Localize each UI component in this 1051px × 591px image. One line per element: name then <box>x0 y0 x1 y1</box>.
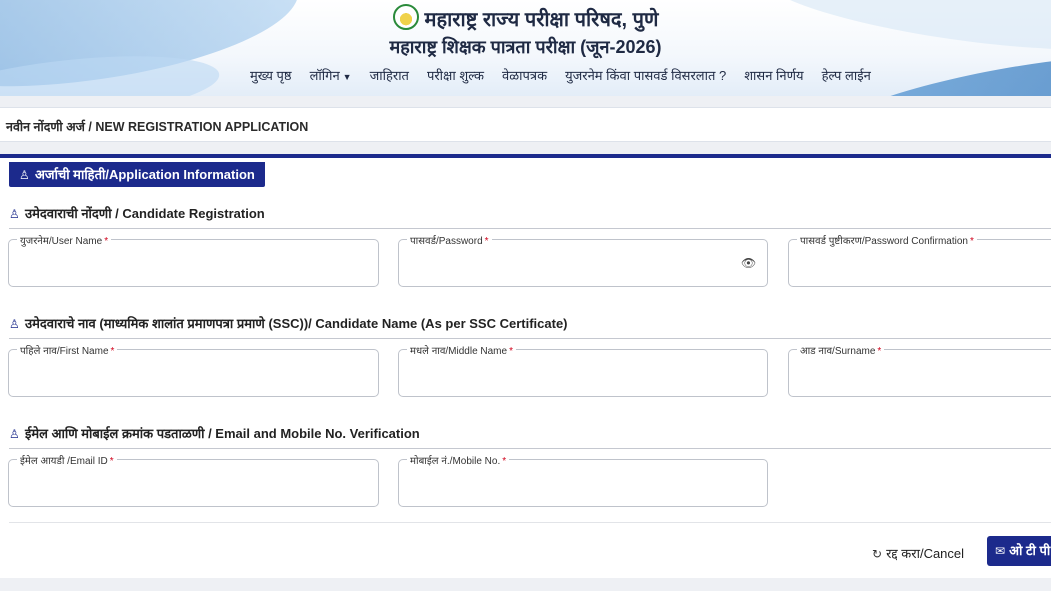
section-title: उमेदवाराचे नाव (माध्यमिक शालांत प्रमाणपत… <box>25 316 568 331</box>
nav-advertisement[interactable]: जाहिरात <box>370 66 409 84</box>
password-field: पासवर्ड/Password * 👁 <box>398 233 768 287</box>
chevron-down-icon: ▼ <box>342 72 352 82</box>
otp-label: ओ टी पी <box>1009 543 1051 558</box>
site-header: महाराष्ट्र राज्य परीक्षा परिषद, पुणे महा… <box>0 0 1051 96</box>
tab-label: अर्जाची माहिती/Application Information <box>35 167 255 182</box>
section-email-mobile-verification: ♙ ईमेल आणि मोबाईल क्रमांक पडताळणी / Email… <box>9 424 1051 449</box>
nav-home[interactable]: मुख्य पृष्ठ <box>250 66 292 84</box>
section-title: ईमेल आणि मोबाईल क्रमांक पडताळणी / Email … <box>25 426 420 441</box>
nav-login-label: लॉगिन <box>309 68 340 83</box>
mobile-field: मोबाईल नं./Mobile No. * <box>398 453 768 507</box>
nav-schedule[interactable]: वेळापत्रक <box>502 66 547 84</box>
breadcrumb: नवीन नोंदणी अर्ज / NEW REGISTRATION APPL… <box>0 107 1051 142</box>
org-title: महाराष्ट्र राज्य परीक्षा परिषद, पुणे <box>0 4 1051 32</box>
exam-title: महाराष्ट्र शिक्षक पात्रता परीक्षा (जून-2… <box>389 37 662 57</box>
org-name: महाराष्ट्र राज्य परीक्षा परिषद, पुणे <box>424 9 659 32</box>
mobile-input[interactable] <box>399 460 767 506</box>
send-otp-button[interactable]: ✉ ओ टी पी <box>987 536 1051 566</box>
nav-helpline[interactable]: हेल्प लाईन <box>822 66 871 84</box>
emblem-icon <box>392 4 419 30</box>
section-candidate-registration: ♙ उमेदवाराची नोंदणी / Candidate Registrat… <box>9 204 1051 229</box>
user-icon: ♙ <box>9 317 20 331</box>
user-icon: ♙ <box>9 427 20 441</box>
send-icon: ✉ <box>995 544 1006 558</box>
username-input[interactable] <box>9 240 378 286</box>
password-confirm-input[interactable] <box>789 240 1051 286</box>
nav-forgot-credentials[interactable]: युजरनेम किंवा पासवर्ड विसरलात ? <box>565 66 726 84</box>
surname-field: आड नाव/Surname * <box>788 343 1051 397</box>
refresh-icon: ↻ <box>872 547 883 561</box>
cancel-button[interactable]: ↻ रद्द करा/Cancel <box>872 544 964 562</box>
surname-input[interactable] <box>789 350 1051 396</box>
cancel-label: रद्द करा/Cancel <box>886 546 965 561</box>
section-title: उमेदवाराची नोंदणी / Candidate Registrati… <box>25 206 265 221</box>
user-icon: ♙ <box>9 207 20 221</box>
email-field: ईमेल आयडी /Email ID * <box>8 453 379 507</box>
registration-form: ♙ अर्जाची माहिती/Application Information … <box>0 154 1051 578</box>
username-field: युजरनेम/User Name * <box>8 233 379 287</box>
password-confirm-field: पासवर्ड पुष्टीकरण/Password Confirmation * <box>788 233 1051 287</box>
main-nav: मुख्य पृष्ठ लॉगिन ▼ जाहिरात परीक्षा शुल्क… <box>250 66 871 84</box>
divider <box>9 522 1051 523</box>
first-name-field: पहिले नाव/First Name * <box>8 343 379 397</box>
email-input[interactable] <box>9 460 378 506</box>
user-icon: ♙ <box>19 168 30 182</box>
nav-exam-fee[interactable]: परीक्षा शुल्क <box>427 66 484 84</box>
tab-application-information[interactable]: ♙ अर्जाची माहिती/Application Information <box>9 162 265 187</box>
middle-name-field: मधले नाव/Middle Name * <box>398 343 768 397</box>
section-candidate-name: ♙ उमेदवाराचे नाव (माध्यमिक शालांत प्रमाणप… <box>9 314 1051 339</box>
nav-login[interactable]: लॉगिन ▼ <box>310 66 352 84</box>
password-input[interactable] <box>399 240 767 286</box>
nav-government-resolution[interactable]: शासन निर्णय <box>744 66 803 84</box>
middle-name-input[interactable] <box>399 350 767 396</box>
eye-icon[interactable]: 👁 <box>741 256 756 270</box>
first-name-input[interactable] <box>9 350 378 396</box>
